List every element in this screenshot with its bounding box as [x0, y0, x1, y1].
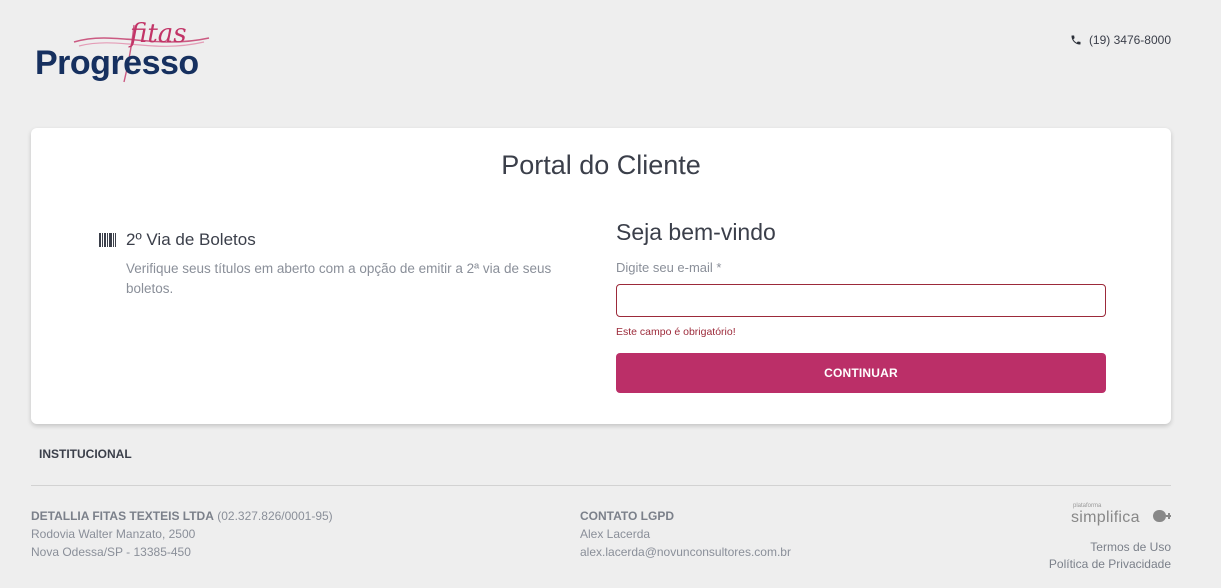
simplifica-logo[interactable]: plataforma simplifica — [1071, 503, 1171, 529]
feature-title: 2º Via de Boletos — [126, 230, 256, 249]
lgpd-title: CONTATO LGPD — [580, 509, 674, 523]
platform-name: simplifica — [1071, 509, 1140, 526]
feature-description: Verifique seus títulos em aberto com a o… — [126, 261, 552, 296]
email-label: Digite seu e-mail * — [616, 260, 722, 275]
privacy-link[interactable]: Política de Privacidade — [1049, 556, 1171, 573]
company-cnpj: (02.327.826/0001-95) — [217, 509, 333, 523]
logo-brand-text: Progresso — [35, 44, 199, 82]
email-input[interactable] — [616, 284, 1106, 317]
footer-divider — [31, 485, 1171, 486]
barcode-icon — [99, 233, 116, 247]
terms-link[interactable]: Termos de Uso — [1049, 539, 1171, 556]
phone-number: (19) 3476-8000 — [1088, 33, 1171, 47]
page-title: Portal do Cliente — [501, 150, 701, 180]
company-address: Rodovia Walter Manzato, 2500 — [31, 527, 196, 541]
boletos-feature: 2º Via de Boletos Verifique seus títulos… — [99, 230, 559, 299]
plug-icon — [1153, 510, 1171, 522]
lgpd-name: Alex Lacerda — [580, 527, 651, 541]
phone-icon — [1071, 35, 1081, 45]
email-error-message: Este campo é obrigatório! — [616, 326, 736, 338]
lgpd-email[interactable]: alex.lacerda@novunconsultores.com.br — [580, 543, 791, 561]
portal-card: Portal do Cliente 2º Via de Boletos Veri… — [31, 128, 1171, 424]
company-city: Nova Odessa/SP - 13385-450 — [31, 545, 191, 559]
company-info: DETALLIA FITAS TEXTEIS LTDA (02.327.826/… — [31, 507, 333, 561]
welcome-heading: Seja bem-vindo — [616, 219, 776, 245]
company-logo[interactable]: fitas Progresso — [34, 20, 224, 86]
legal-links: Termos de Uso Política de Privacidade — [1049, 539, 1171, 573]
continue-button[interactable]: CONTINUAR — [616, 353, 1106, 393]
institucional-link[interactable]: INSTITUCIONAL — [39, 447, 132, 461]
company-name: DETALLIA FITAS TEXTEIS LTDA — [31, 509, 214, 523]
phone-contact[interactable]: (19) 3476-8000 — [1070, 33, 1171, 47]
lgpd-contact: CONTATO LGPD Alex Lacerda alex.lacerda@n… — [580, 507, 791, 561]
login-form: Seja bem-vindo Digite seu e-mail * Este … — [616, 219, 1106, 393]
